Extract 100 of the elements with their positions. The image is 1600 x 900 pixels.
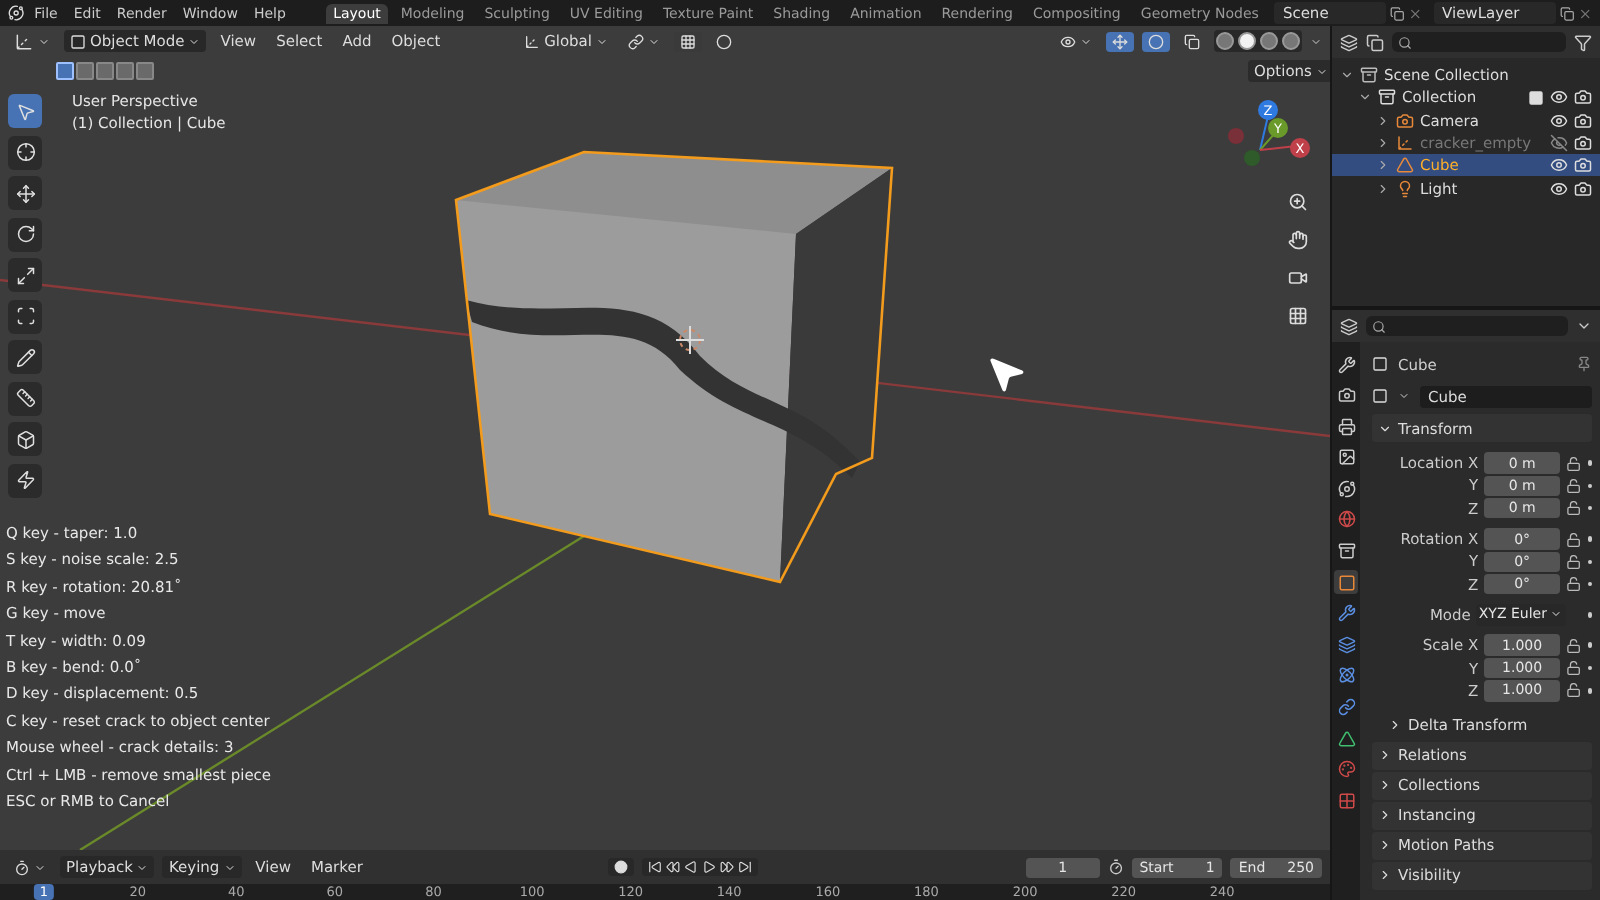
search-field[interactable] bbox=[1366, 316, 1568, 336]
select-mode-button[interactable] bbox=[56, 62, 74, 80]
camera-icon[interactable] bbox=[1574, 134, 1592, 153]
pin-icon[interactable] bbox=[1576, 356, 1592, 372]
properties-tab[interactable] bbox=[1334, 539, 1358, 564]
camera-icon bbox=[1396, 111, 1414, 130]
ruler-icon bbox=[15, 388, 35, 408]
tool-button[interactable] bbox=[8, 217, 42, 251]
caret-icon bbox=[1080, 35, 1092, 47]
move-arrows-icon bbox=[15, 183, 35, 203]
circle-icon bbox=[614, 860, 629, 874]
tool-button[interactable] bbox=[8, 258, 42, 292]
unlock-icon[interactable] bbox=[1566, 682, 1582, 699]
box-icon bbox=[1360, 66, 1378, 85]
tool-button[interactable] bbox=[8, 176, 42, 210]
eye-icon bbox=[1060, 33, 1076, 49]
keyframe-dot-icon[interactable] bbox=[1587, 581, 1593, 587]
camera-icon[interactable] bbox=[1574, 111, 1592, 130]
tool-button[interactable] bbox=[8, 381, 42, 415]
copy-icon[interactable] bbox=[1389, 5, 1404, 21]
unlock-icon[interactable] bbox=[1566, 553, 1582, 570]
tool-button[interactable] bbox=[8, 340, 42, 374]
grid-icon bbox=[680, 33, 696, 49]
camera-icon[interactable] bbox=[1574, 88, 1592, 107]
display-mode-icon[interactable] bbox=[1340, 33, 1358, 51]
tool-button[interactable] bbox=[8, 299, 42, 333]
properties-tab[interactable] bbox=[1334, 570, 1358, 595]
rewind-icon bbox=[666, 860, 681, 874]
keyframe-dot-icon[interactable] bbox=[1587, 483, 1593, 489]
filter-icon[interactable] bbox=[1574, 33, 1592, 51]
app-logo-icon bbox=[8, 4, 25, 22]
properties-tab[interactable] bbox=[1334, 383, 1358, 408]
tool-button[interactable] bbox=[8, 94, 42, 128]
select-arrow-icon bbox=[15, 101, 35, 121]
keyframe-dot-icon[interactable] bbox=[1587, 665, 1593, 671]
caret-icon bbox=[596, 35, 608, 47]
box-icon bbox=[1337, 542, 1355, 561]
triangle-icon bbox=[1396, 156, 1414, 175]
axes-icon bbox=[524, 33, 541, 49]
keyframe-dot-icon[interactable] bbox=[1587, 559, 1593, 565]
playback-controls[interactable] bbox=[642, 858, 759, 876]
eye-icon[interactable] bbox=[1550, 88, 1568, 107]
properties-tab[interactable] bbox=[1334, 601, 1358, 626]
zoom-icon[interactable] bbox=[1287, 191, 1307, 211]
unlock-icon[interactable] bbox=[1566, 531, 1582, 548]
editor-type-icon[interactable] bbox=[1340, 317, 1358, 335]
unlock-icon[interactable] bbox=[1566, 660, 1582, 677]
dropdown-icon[interactable] bbox=[1398, 390, 1410, 402]
keyframe-dot-icon[interactable] bbox=[1587, 612, 1592, 618]
properties-tab[interactable] bbox=[1334, 726, 1358, 751]
properties-tab[interactable] bbox=[1334, 445, 1358, 470]
eye-icon[interactable] bbox=[1550, 179, 1568, 198]
grid-icon[interactable] bbox=[1287, 305, 1307, 325]
camera-icon bbox=[1337, 386, 1355, 405]
properties-tab[interactable] bbox=[1334, 695, 1358, 720]
copy-icon[interactable] bbox=[1559, 5, 1574, 21]
dropdown-icon[interactable] bbox=[1576, 318, 1592, 334]
filter-mode-icon[interactable] bbox=[1366, 33, 1384, 51]
unlock-icon[interactable] bbox=[1566, 500, 1582, 517]
close-icon[interactable] bbox=[1407, 5, 1423, 21]
checkbox[interactable] bbox=[1528, 89, 1544, 106]
keyframe-dot-icon[interactable] bbox=[1587, 688, 1593, 694]
keyframe-dot-icon[interactable] bbox=[1587, 642, 1593, 648]
particles-icon bbox=[1337, 635, 1355, 654]
record-button[interactable] bbox=[608, 858, 635, 876]
keyframe-dot-icon[interactable] bbox=[1587, 460, 1593, 466]
mouse-cursor-icon bbox=[984, 352, 1028, 396]
unlock-icon[interactable] bbox=[1566, 477, 1582, 494]
palette-icon bbox=[1337, 760, 1355, 779]
stopwatch-icon bbox=[14, 859, 30, 875]
properties-tab[interactable] bbox=[1334, 663, 1358, 688]
copy-icon bbox=[1184, 33, 1200, 49]
tool-button[interactable] bbox=[8, 422, 42, 456]
gizmo-toggle[interactable] bbox=[1106, 31, 1134, 51]
keyframe-dot-icon[interactable] bbox=[1587, 536, 1593, 542]
shading-mode-button[interactable] bbox=[1238, 32, 1256, 50]
checker-icon bbox=[1337, 791, 1355, 810]
close-icon[interactable] bbox=[1577, 5, 1593, 21]
unlock-icon[interactable] bbox=[1566, 455, 1582, 472]
rotate-icon bbox=[15, 224, 35, 244]
unlock-icon[interactable] bbox=[1566, 576, 1582, 593]
eye-closed-icon[interactable] bbox=[1550, 134, 1568, 153]
overlay-toggle[interactable] bbox=[1142, 31, 1170, 51]
properties-tab[interactable] bbox=[1334, 352, 1358, 376]
hand-icon[interactable] bbox=[1287, 229, 1307, 249]
video-camera-icon[interactable] bbox=[1287, 267, 1307, 287]
properties-tab[interactable] bbox=[1334, 414, 1358, 439]
eye-icon[interactable] bbox=[1550, 111, 1568, 130]
keyframe-dot-icon[interactable] bbox=[1587, 505, 1593, 511]
properties-tab[interactable] bbox=[1334, 632, 1358, 657]
properties-tab[interactable] bbox=[1334, 476, 1358, 501]
camera-icon[interactable] bbox=[1574, 179, 1592, 198]
tool-button[interactable] bbox=[8, 135, 42, 169]
unlock-icon[interactable] bbox=[1566, 637, 1582, 654]
eye-icon[interactable] bbox=[1550, 156, 1568, 175]
camera-icon[interactable] bbox=[1574, 156, 1592, 175]
search-field[interactable] bbox=[1392, 32, 1566, 52]
link-icon bbox=[1337, 698, 1355, 717]
stopwatch-icon[interactable] bbox=[1107, 858, 1124, 876]
tool-button[interactable] bbox=[8, 463, 42, 497]
